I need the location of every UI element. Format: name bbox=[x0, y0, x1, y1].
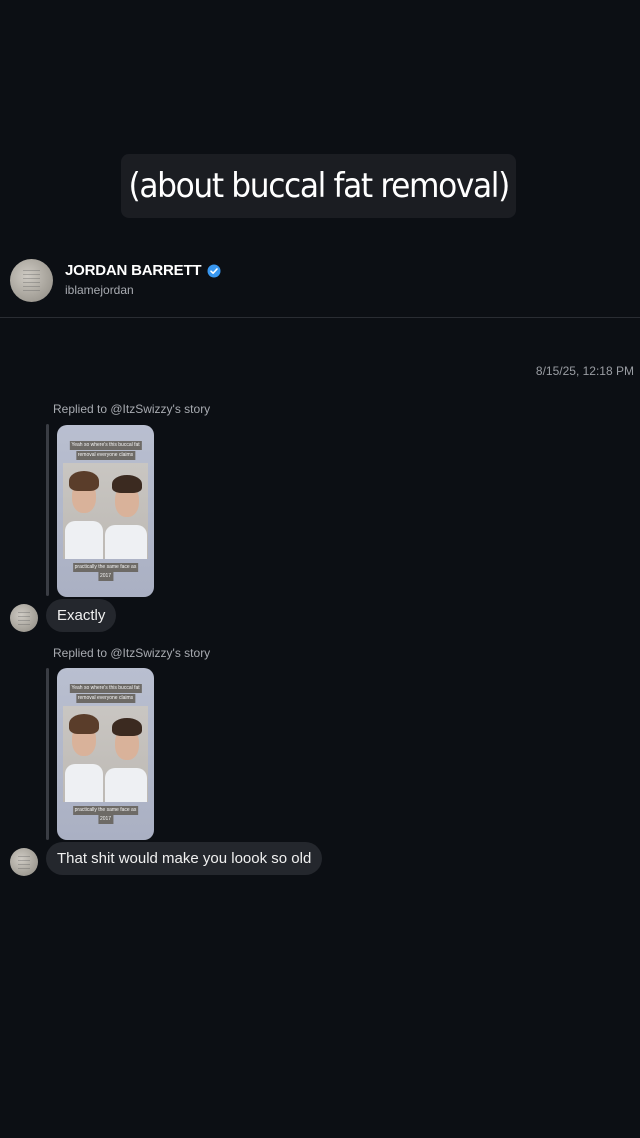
profile-avatar[interactable] bbox=[10, 259, 53, 302]
story-caption-bottom-2: 2017 bbox=[97, 815, 114, 824]
story-caption-top: Yeah so where's this buccal fat bbox=[69, 684, 142, 693]
story-photo bbox=[63, 463, 148, 559]
story-caption-bottom: practically the same face as bbox=[72, 806, 139, 815]
profile-handle: iblamejordan bbox=[65, 283, 134, 297]
story-thumbnail[interactable]: Yeah so where's this buccal fat removal … bbox=[57, 425, 154, 597]
overlay-caption: (about buccal fat removal) bbox=[121, 154, 516, 218]
overlay-caption-text: (about buccal fat removal) bbox=[128, 166, 510, 206]
story-reply-label: Replied to @ItzSwizzy's story bbox=[53, 402, 211, 416]
story-caption-top: Yeah so where's this buccal fat bbox=[69, 441, 142, 450]
story-caption-bottom-2: 2017 bbox=[97, 572, 114, 581]
sender-avatar[interactable] bbox=[10, 848, 38, 876]
message-timestamp: 8/15/25, 12:18 PM bbox=[535, 364, 634, 378]
story-caption-top-2: removal everyone claims bbox=[75, 451, 136, 460]
story-caption-bottom: practically the same face as bbox=[72, 563, 139, 572]
message-bubble[interactable]: That shit would make you loook so old bbox=[46, 842, 323, 875]
reply-indicator-bar bbox=[46, 424, 49, 596]
name-row: JORDAN BARRETT bbox=[65, 262, 221, 279]
profile-name[interactable]: JORDAN BARRETT bbox=[65, 262, 202, 279]
verified-badge-icon bbox=[207, 264, 221, 277]
reply-indicator-bar bbox=[46, 668, 49, 840]
story-photo bbox=[63, 706, 148, 802]
chat-header[interactable]: JORDAN BARRETT iblamejordan bbox=[0, 254, 640, 318]
sender-avatar[interactable] bbox=[10, 604, 38, 632]
story-caption-top-2: removal everyone claims bbox=[75, 694, 136, 703]
message-bubble[interactable]: Exactly bbox=[46, 599, 117, 632]
story-reply-label: Replied to @ItzSwizzy's story bbox=[53, 646, 211, 660]
story-thumbnail[interactable]: Yeah so where's this buccal fat removal … bbox=[57, 668, 154, 840]
